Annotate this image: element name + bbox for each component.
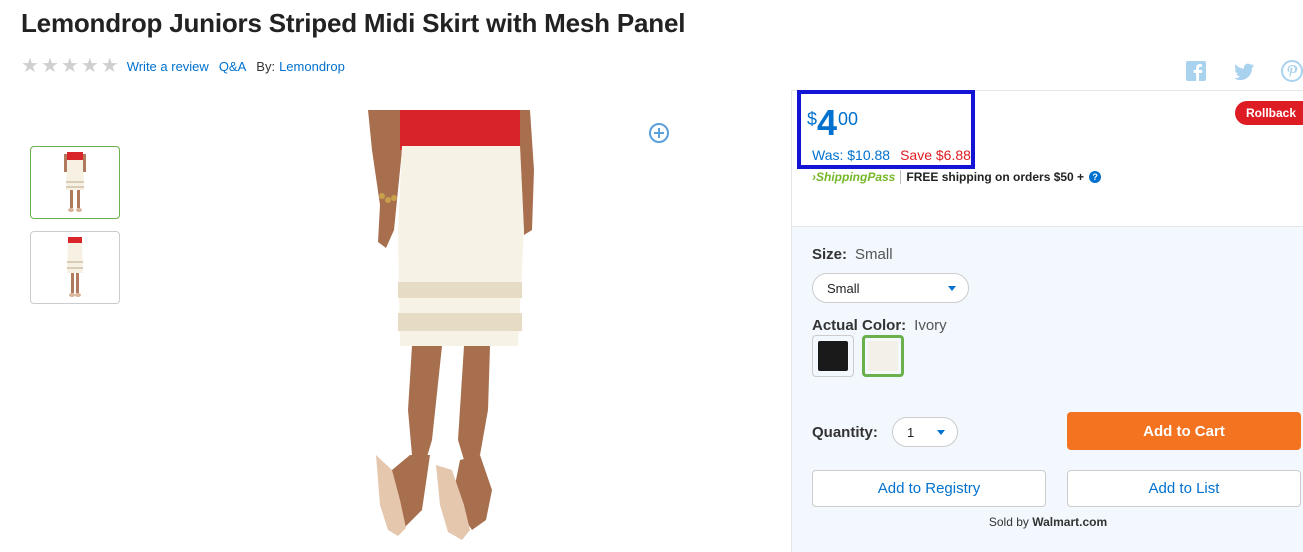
rollback-badge: Rollback bbox=[1234, 101, 1303, 125]
size-select[interactable]: Small bbox=[812, 273, 969, 303]
price-dollars: 4 bbox=[817, 102, 838, 143]
thumbnail-1[interactable] bbox=[30, 146, 120, 219]
shipping-pass-logo: ›ShippingPass bbox=[812, 170, 902, 184]
color-value: Ivory bbox=[914, 317, 947, 334]
swatch-black-fill bbox=[818, 341, 848, 371]
star-icon: ★ bbox=[21, 55, 39, 77]
product-title: Lemondrop Juniors Striped Midi Skirt wit… bbox=[21, 8, 686, 38]
zoom-in-icon[interactable] bbox=[648, 122, 670, 144]
quantity-label: Quantity: bbox=[812, 424, 878, 441]
product-thumbnail-image bbox=[67, 236, 83, 297]
help-icon[interactable]: ? bbox=[1089, 171, 1102, 183]
swatch-ivory[interactable] bbox=[862, 335, 904, 377]
image-thumbnails bbox=[30, 146, 120, 304]
swatch-ivory-fill bbox=[868, 341, 898, 371]
thumbnail-2[interactable] bbox=[30, 231, 120, 304]
current-price: $ 4 00 bbox=[807, 105, 858, 141]
twitter-icon[interactable] bbox=[1233, 60, 1255, 82]
brand-link[interactable]: Lemondrop bbox=[279, 59, 345, 74]
color-label: Actual Color: bbox=[812, 317, 907, 334]
size-label-row: Size: Small bbox=[812, 246, 893, 263]
price-section: $ 4 00 Was: $10.88 Save $6.88 ›ShippingP… bbox=[792, 90, 1303, 226]
product-options: Size: Small Small Actual Color: Ivory Quan… bbox=[792, 226, 1303, 552]
add-to-registry-button[interactable]: Add to Registry bbox=[812, 470, 1046, 507]
star-icon: ★ bbox=[80, 55, 99, 77]
shipping-info: ›ShippingPass FREE shipping on orders $5… bbox=[812, 170, 1102, 184]
purchase-panel: $ 4 00 Was: $10.88 Save $6.88 ›ShippingP… bbox=[791, 90, 1303, 552]
price-currency: $ bbox=[807, 109, 818, 129]
star-icon: ★ bbox=[60, 55, 79, 77]
by-label: By: bbox=[256, 58, 276, 74]
add-to-cart-button[interactable]: Add to Cart bbox=[1067, 412, 1301, 450]
swatch-black[interactable] bbox=[812, 335, 854, 377]
star-icon: ★ bbox=[100, 55, 119, 77]
savings-amount: Save $6.88 bbox=[900, 147, 971, 163]
chevron-down-icon bbox=[948, 286, 956, 291]
social-share bbox=[1185, 60, 1303, 82]
qa-link[interactable]: Q&A bbox=[219, 59, 246, 74]
was-price-row: Was: $10.88 Save $6.88 bbox=[812, 147, 971, 163]
quantity-select[interactable]: 1 bbox=[892, 417, 958, 447]
main-product-image[interactable] bbox=[352, 110, 546, 552]
size-value: Small bbox=[855, 246, 893, 263]
product-thumbnail-image bbox=[64, 151, 86, 212]
shipping-pass-text: ShippingPass bbox=[816, 170, 896, 184]
price-cents: 00 bbox=[838, 109, 859, 129]
rating-stars[interactable]: ★ ★ ★ ★ ★ bbox=[21, 56, 119, 76]
product-meta: ★ ★ ★ ★ ★ Write a review Q&A By: Lemondr… bbox=[21, 56, 355, 76]
size-label: Size: bbox=[812, 246, 848, 263]
size-select-value: Small bbox=[827, 280, 860, 296]
pinterest-icon[interactable] bbox=[1281, 60, 1303, 82]
free-shipping-text: FREE shipping on orders $50 + bbox=[906, 170, 1085, 184]
star-icon: ★ bbox=[40, 55, 59, 77]
sold-by-label: Sold by bbox=[988, 515, 1029, 529]
sold-by: Sold by Walmart.com bbox=[792, 515, 1303, 529]
add-to-list-button[interactable]: Add to List bbox=[1067, 470, 1301, 507]
quantity-label-row: Quantity: bbox=[812, 424, 878, 441]
chevron-down-icon bbox=[937, 430, 945, 435]
write-review-link[interactable]: Write a review bbox=[127, 59, 209, 74]
color-label-row: Actual Color: Ivory bbox=[812, 317, 947, 334]
facebook-icon[interactable] bbox=[1185, 60, 1207, 82]
quantity-value: 1 bbox=[907, 424, 915, 440]
was-price: Was: $10.88 bbox=[812, 147, 891, 163]
seller-name: Walmart.com bbox=[1032, 515, 1108, 529]
